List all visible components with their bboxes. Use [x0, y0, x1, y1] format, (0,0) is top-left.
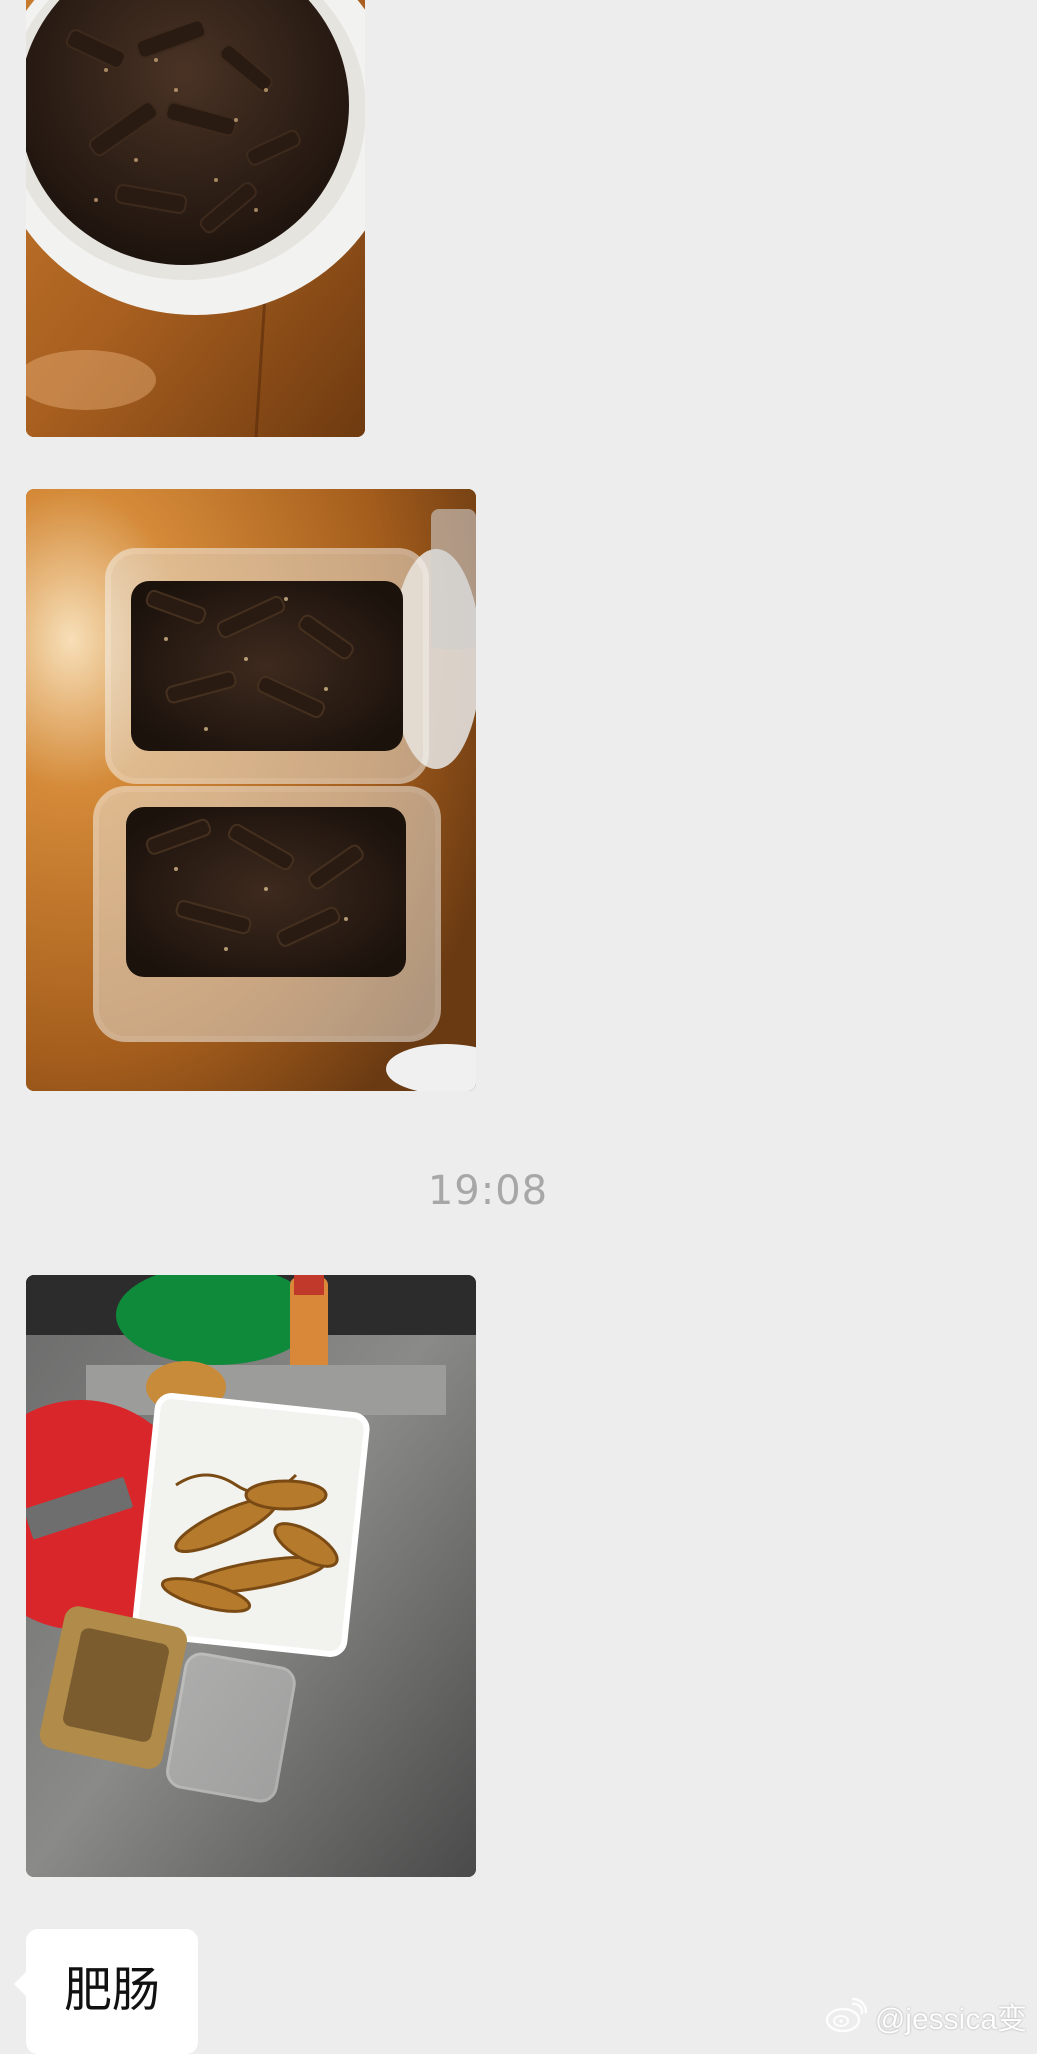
message-timestamp: 19:08	[427, 1168, 549, 1214]
beef-bowl-photo-graphic	[26, 0, 365, 437]
watermark: @jessica变	[825, 1994, 1027, 2038]
chat-image-beef-containers[interactable]	[26, 489, 476, 1091]
chat-image-braised-intestines[interactable]	[26, 1275, 476, 1877]
chat-image-beef-bowl[interactable]	[26, 0, 365, 437]
chat-text-bubble[interactable]: 肥肠	[13, 1929, 199, 2054]
intestines-photo-graphic	[26, 1275, 476, 1877]
weibo-icon	[825, 1998, 867, 2033]
beef-containers-photo-graphic	[26, 489, 476, 1091]
chat-text-message: 肥肠	[64, 1961, 161, 2018]
watermark-text: @jessica变	[874, 2003, 1027, 2036]
